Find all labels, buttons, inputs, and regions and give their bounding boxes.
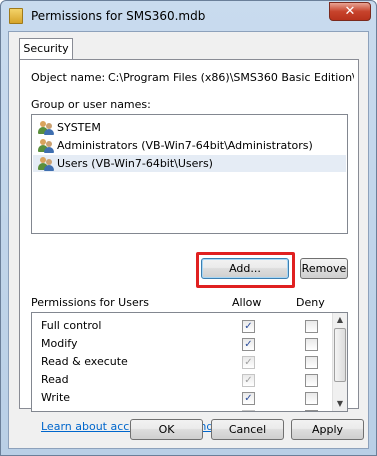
close-button[interactable]: ✕ (329, 2, 371, 21)
permission-name: Write (41, 391, 71, 404)
cancel-button[interactable]: Cancel (211, 419, 284, 440)
scroll-up-icon[interactable]: ▲ (333, 313, 347, 327)
permissions-list[interactable]: Full control ✓ Modify ✓ Read & execute ✓… (31, 312, 348, 412)
deny-checkbox[interactable] (305, 320, 318, 333)
tab-security[interactable]: Security (19, 38, 73, 60)
permission-row-write: Write ✓ (32, 389, 332, 407)
folder-icon (9, 8, 23, 24)
permissions-dialog: Permissions for SMS360.mdb ✕ Security Ob… (0, 0, 377, 456)
permission-row-full-control: Full control ✓ (32, 317, 332, 335)
allow-checkbox[interactable]: ✓ (242, 338, 255, 351)
object-name-value: C:\Program Files (x86)\SMS360 Basic Edit… (108, 71, 354, 84)
deny-checkbox[interactable] (305, 392, 318, 405)
allow-checkbox[interactable] (242, 410, 255, 411)
group-names-label: Group or user names: (31, 98, 151, 111)
dialog-client-area: Security Object name: C:\Program Files (… (8, 31, 369, 449)
list-item-label: SYSTEM (57, 121, 101, 134)
object-name-label: Object name: (31, 71, 106, 84)
deny-checkbox[interactable] (305, 356, 318, 369)
remove-button[interactable]: Remove (300, 258, 348, 279)
permissions-scrollbar[interactable]: ▲ ▼ (332, 313, 347, 411)
apply-button[interactable]: Apply (291, 419, 364, 440)
allow-checkbox[interactable]: ✓ (242, 320, 255, 333)
add-button[interactable]: Add... (201, 258, 289, 279)
allow-checkbox[interactable]: ✓ (242, 356, 255, 369)
allow-column-header: Allow (232, 296, 262, 309)
permission-name: Read (41, 373, 69, 386)
users-icon (38, 156, 54, 171)
permission-name: Full control (41, 319, 102, 332)
permissions-header: Permissions for Users (31, 296, 149, 309)
permission-row-read: Read ✓ (32, 371, 332, 389)
allow-checkbox[interactable]: ✓ (242, 374, 255, 387)
permission-name: Modify (41, 337, 78, 350)
deny-checkbox[interactable] (305, 410, 318, 411)
users-icon (38, 138, 54, 153)
title-bar[interactable]: Permissions for SMS360.mdb ✕ (1, 1, 376, 31)
list-item-system[interactable]: SYSTEM (33, 119, 346, 136)
ok-button[interactable]: OK (130, 419, 203, 440)
allow-checkbox[interactable]: ✓ (242, 392, 255, 405)
deny-checkbox[interactable] (305, 338, 318, 351)
permission-row-modify: Modify ✓ (32, 335, 332, 353)
permission-row-partial (32, 407, 332, 411)
list-item-users[interactable]: Users (VB-Win7-64bit\Users) (33, 155, 346, 172)
scrollbar-thumb[interactable] (334, 328, 346, 382)
security-tab-panel: Object name: C:\Program Files (x86)\SMS3… (19, 59, 359, 433)
scroll-down-icon[interactable]: ▼ (333, 397, 347, 411)
deny-column-header: Deny (296, 296, 325, 309)
list-item-label: Administrators (VB-Win7-64bit\Administra… (57, 139, 313, 152)
deny-checkbox[interactable] (305, 374, 318, 387)
window-title: Permissions for SMS360.mdb (31, 9, 206, 23)
users-icon (38, 120, 54, 135)
permission-name: Read & execute (41, 355, 128, 368)
group-user-listbox[interactable]: SYSTEM Administrators (VB-Win7-64bit\Adm… (31, 114, 348, 234)
list-item-administrators[interactable]: Administrators (VB-Win7-64bit\Administra… (33, 137, 346, 154)
permission-row-read-execute: Read & execute ✓ (32, 353, 332, 371)
list-item-label: Users (VB-Win7-64bit\Users) (57, 157, 213, 170)
